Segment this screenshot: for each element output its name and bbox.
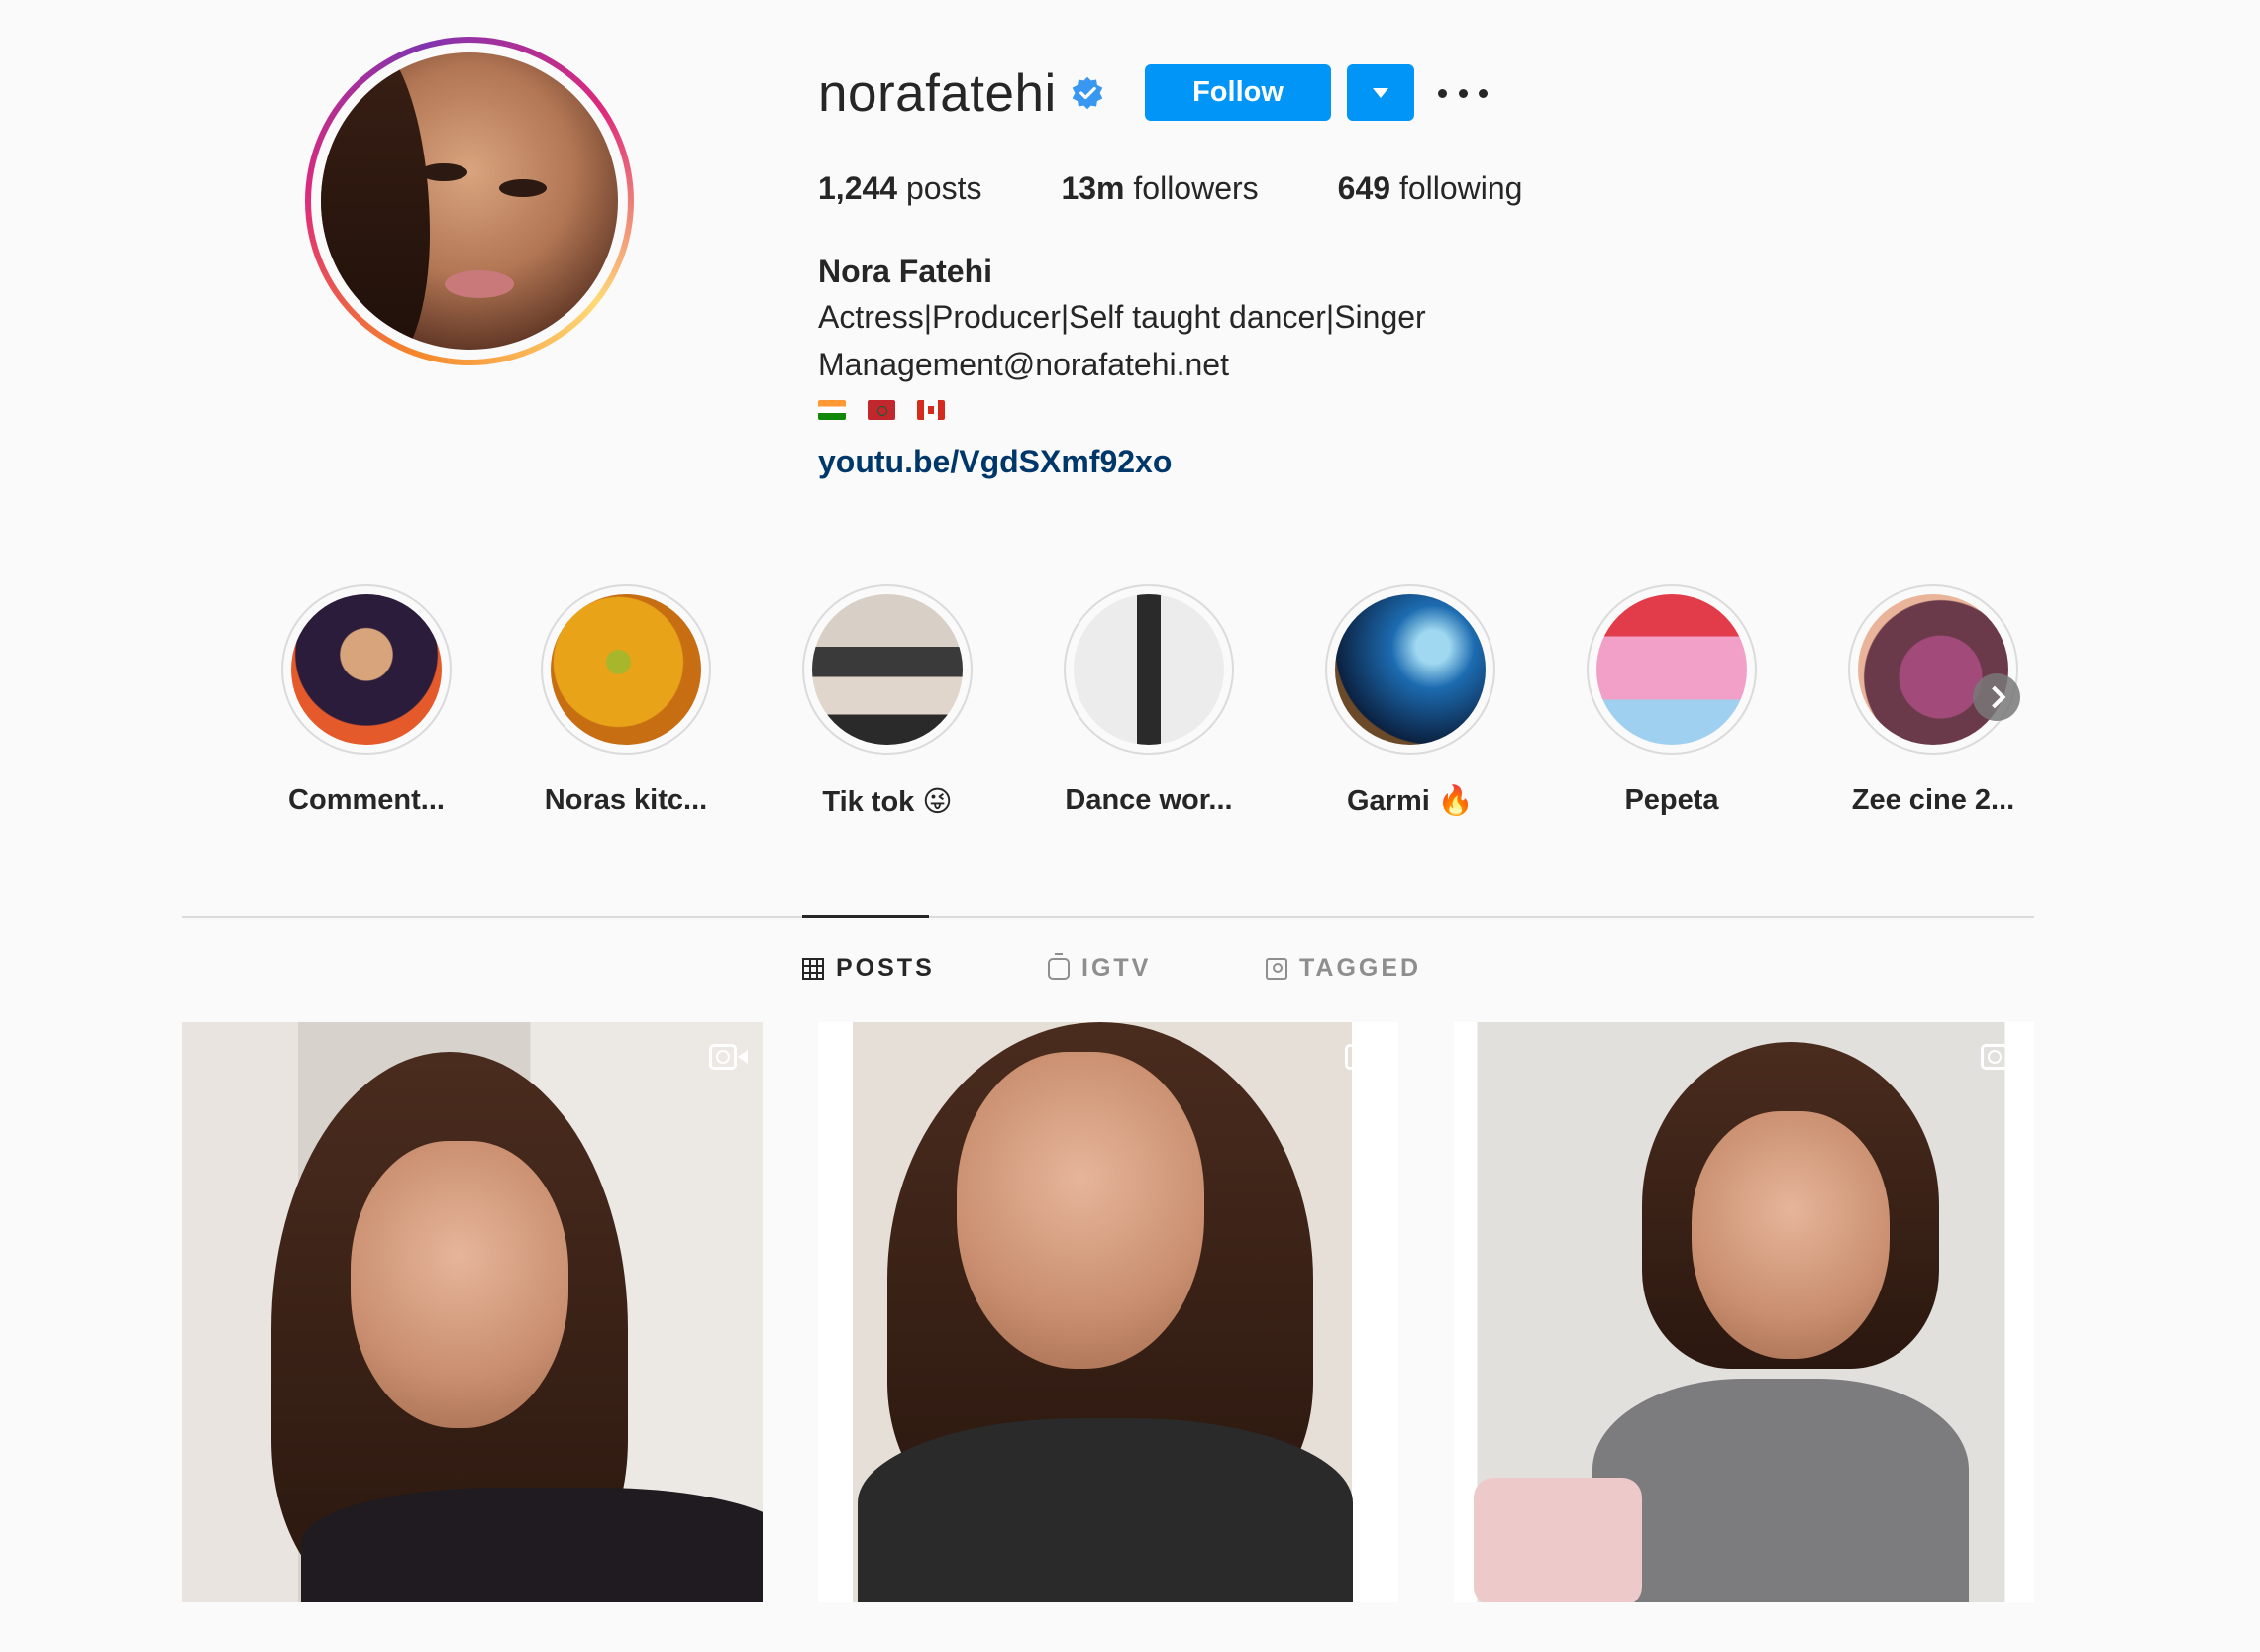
highlight-label: Noras kitc... (544, 784, 708, 816)
highlight-cover (1074, 594, 1224, 745)
tab-tagged[interactable]: TAGGED (1266, 954, 1421, 982)
highlight-cover (1335, 594, 1486, 745)
highlight-cover (291, 594, 442, 745)
avatar-image (321, 52, 618, 350)
highlight-item[interactable]: Dance wor... (1050, 584, 1248, 817)
caret-down-icon (1373, 87, 1388, 98)
followers-link[interactable]: 13m followers (1061, 170, 1258, 207)
profile-full-name: Nora Fatehi (818, 254, 993, 289)
post-image-face (957, 1052, 1204, 1369)
highlights-next-button[interactable] (1973, 673, 2020, 721)
video-icon (1981, 1044, 2020, 1070)
canada-flag-icon (917, 400, 945, 420)
posts-count: 1,244 posts (818, 170, 982, 206)
active-tab-indicator (802, 915, 929, 918)
highlight-label: Garmi 🔥 (1347, 785, 1474, 817)
verified-badge-icon (1072, 76, 1103, 110)
profile-website-link[interactable]: youtu.be/VgdSXmf92xo (818, 444, 1172, 480)
bio-line: Management@norafatehi.net (818, 347, 1229, 382)
bio-line: Actress|Producer|Self taught dancer|Sing… (818, 299, 1426, 335)
igtv-icon (1048, 952, 1070, 980)
highlight-label: Zee cine 2... (1851, 784, 2015, 816)
post-thumbnail[interactable] (1454, 1022, 2034, 1602)
tab-igtv[interactable]: IGTV (1048, 952, 1151, 982)
following-link[interactable]: 649 following (1338, 170, 1523, 207)
post-image-face (1692, 1111, 1890, 1359)
post-thumbnail[interactable] (182, 1022, 763, 1602)
grid-icon (802, 957, 824, 980)
more-options-button[interactable] (1438, 75, 1488, 111)
story-highlights: Comment... Noras kitc... Tik tok 😜 Dance… (267, 584, 2030, 822)
highlight-cover (812, 594, 963, 745)
india-flag-icon (818, 400, 846, 420)
post-thumbnail[interactable] (818, 1022, 1398, 1602)
highlight-item[interactable]: Noras kitc... (527, 584, 725, 817)
profile-username: norafatehi (818, 64, 1057, 123)
highlight-cover (1858, 594, 2008, 745)
highlight-label: Tik tok 😜 (822, 786, 953, 818)
video-icon (1345, 1044, 1385, 1070)
chevron-right-icon (1983, 685, 2005, 709)
highlight-cover (551, 594, 701, 745)
highlight-label: Dance wor... (1065, 784, 1233, 816)
profile-avatar[interactable] (305, 37, 634, 365)
highlight-item[interactable]: Pepeta (1573, 584, 1771, 817)
highlight-label: Pepeta (1624, 784, 1719, 816)
highlight-label: Comment... (288, 784, 445, 816)
tabs-divider (182, 916, 2034, 918)
post-image-face (351, 1141, 568, 1428)
highlight-item[interactable]: Garmi 🔥 (1311, 584, 1509, 818)
video-icon (709, 1044, 749, 1070)
highlight-item[interactable]: Tik tok 😜 (788, 584, 986, 819)
morocco-flag-icon (868, 400, 895, 420)
highlight-cover (1596, 594, 1747, 745)
tagged-icon (1266, 957, 1287, 980)
profile-stats: 1,244 posts 13m followers 649 following (818, 170, 1601, 207)
follow-button[interactable]: Follow (1145, 64, 1331, 121)
highlight-item[interactable]: Comment... (267, 584, 465, 817)
tab-posts[interactable]: POSTS (802, 954, 935, 982)
suggested-accounts-dropdown-button[interactable] (1347, 64, 1414, 121)
bio-flags (818, 400, 945, 420)
